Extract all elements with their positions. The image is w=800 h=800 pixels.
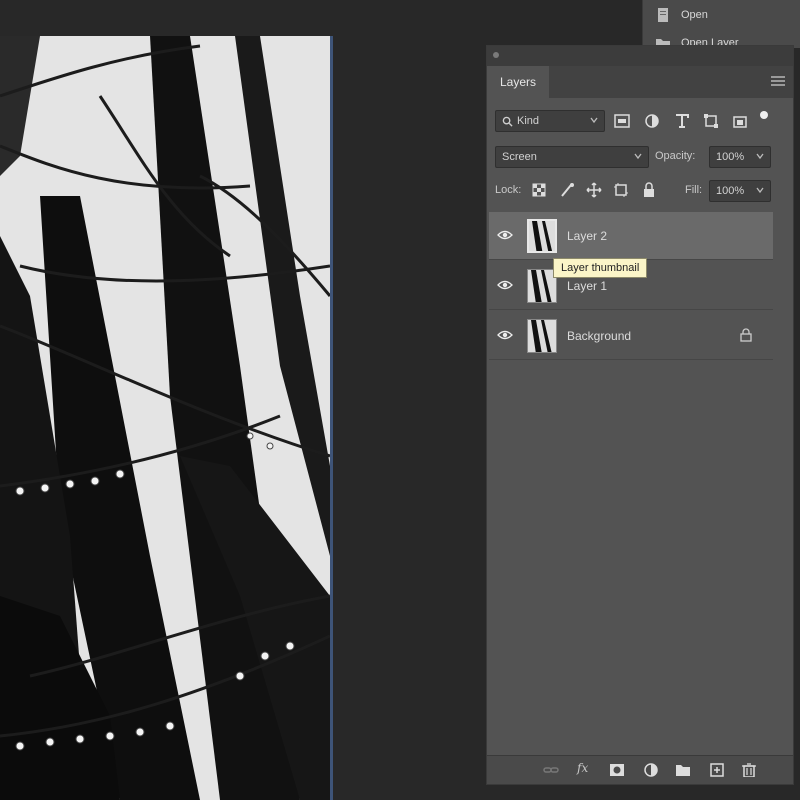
lock-image-pixels-icon[interactable]	[559, 182, 575, 198]
layer-style-fx-icon[interactable]: fx	[577, 761, 593, 775]
filter-row: Kind	[487, 110, 793, 134]
filter-kind-label: Kind	[517, 115, 540, 127]
adjustment-filter-icon[interactable]	[643, 112, 661, 130]
filter-kind-select[interactable]: Kind	[495, 110, 605, 132]
opacity-value: 100%	[716, 151, 745, 163]
layer-thumbnail[interactable]	[527, 219, 557, 253]
document-icon	[658, 8, 668, 22]
lock-label: Lock:	[495, 184, 522, 196]
lock-artboard-icon[interactable]	[613, 182, 629, 198]
lock-icon[interactable]	[739, 328, 753, 342]
search-icon	[502, 116, 513, 127]
chevron-down-icon	[756, 187, 764, 194]
layer-name[interactable]: Background	[567, 329, 631, 343]
panel-menu-icon[interactable]	[771, 75, 785, 87]
fill-input[interactable]: 100%	[709, 180, 771, 202]
smart-object-filter-icon[interactable]	[731, 112, 749, 130]
opacity-input[interactable]: 100%	[709, 146, 771, 168]
new-layer-icon[interactable]	[709, 763, 725, 777]
layer-thumbnail[interactable]	[527, 319, 557, 353]
layers-panel-footer: fx	[487, 755, 793, 784]
lock-all-icon[interactable]	[641, 182, 657, 198]
tab-layers[interactable]: Layers	[487, 66, 549, 98]
menu-item-open[interactable]: Open	[658, 6, 708, 24]
thumbnail-image	[529, 221, 555, 251]
panel-title-bar[interactable]	[487, 46, 793, 66]
fill-label: Fill:	[685, 184, 703, 196]
shape-filter-icon[interactable]	[702, 112, 720, 130]
panel-tab-bar: Layers	[487, 66, 793, 98]
layer-name[interactable]: Layer 2	[567, 229, 607, 243]
eye-icon[interactable]	[497, 329, 513, 341]
new-group-folder-icon[interactable]	[675, 763, 691, 777]
adjustment-layer-icon[interactable]	[643, 763, 659, 777]
filter-toggle-icon[interactable]	[759, 110, 769, 120]
chevron-down-icon	[590, 117, 598, 124]
opacity-label: Opacity:	[655, 150, 696, 162]
layer-row-background[interactable]: Background	[489, 312, 773, 360]
menu-item-label: Open	[681, 9, 708, 21]
canvas-photo	[0, 36, 330, 800]
delete-layer-trash-icon[interactable]	[741, 763, 757, 777]
fill-value: 100%	[716, 185, 745, 197]
add-layer-mask-icon[interactable]	[609, 763, 625, 777]
chevron-down-icon	[756, 153, 764, 160]
lock-transparent-pixels-icon[interactable]	[531, 182, 547, 198]
eye-icon[interactable]	[497, 229, 513, 241]
blend-row: Screen Opacity: 100%	[487, 146, 793, 170]
lock-position-icon[interactable]	[586, 182, 602, 198]
chevron-down-icon	[634, 153, 642, 160]
close-dot-icon[interactable]	[493, 52, 499, 58]
blend-mode-value: Screen	[502, 151, 537, 163]
thumbnail-image	[528, 320, 556, 352]
eye-icon[interactable]	[497, 279, 513, 291]
layer-row-layer-2[interactable]: Layer 2	[489, 212, 773, 260]
document-canvas[interactable]	[0, 36, 333, 800]
type-filter-icon[interactable]	[673, 112, 691, 130]
layers-panel: Layers Kind Screen Opacity: 100% Lock: F…	[486, 45, 794, 785]
layer-name[interactable]: Layer 1	[567, 279, 607, 293]
pixel-filter-icon[interactable]	[613, 112, 631, 130]
blend-mode-select[interactable]: Screen	[495, 146, 649, 168]
context-menu: Open Open Layer	[642, 0, 800, 49]
layer-thumbnail-tooltip: Layer thumbnail	[553, 258, 648, 278]
lock-row: Lock: Fill: 100%	[487, 180, 793, 204]
link-layers-icon[interactable]	[543, 763, 559, 777]
